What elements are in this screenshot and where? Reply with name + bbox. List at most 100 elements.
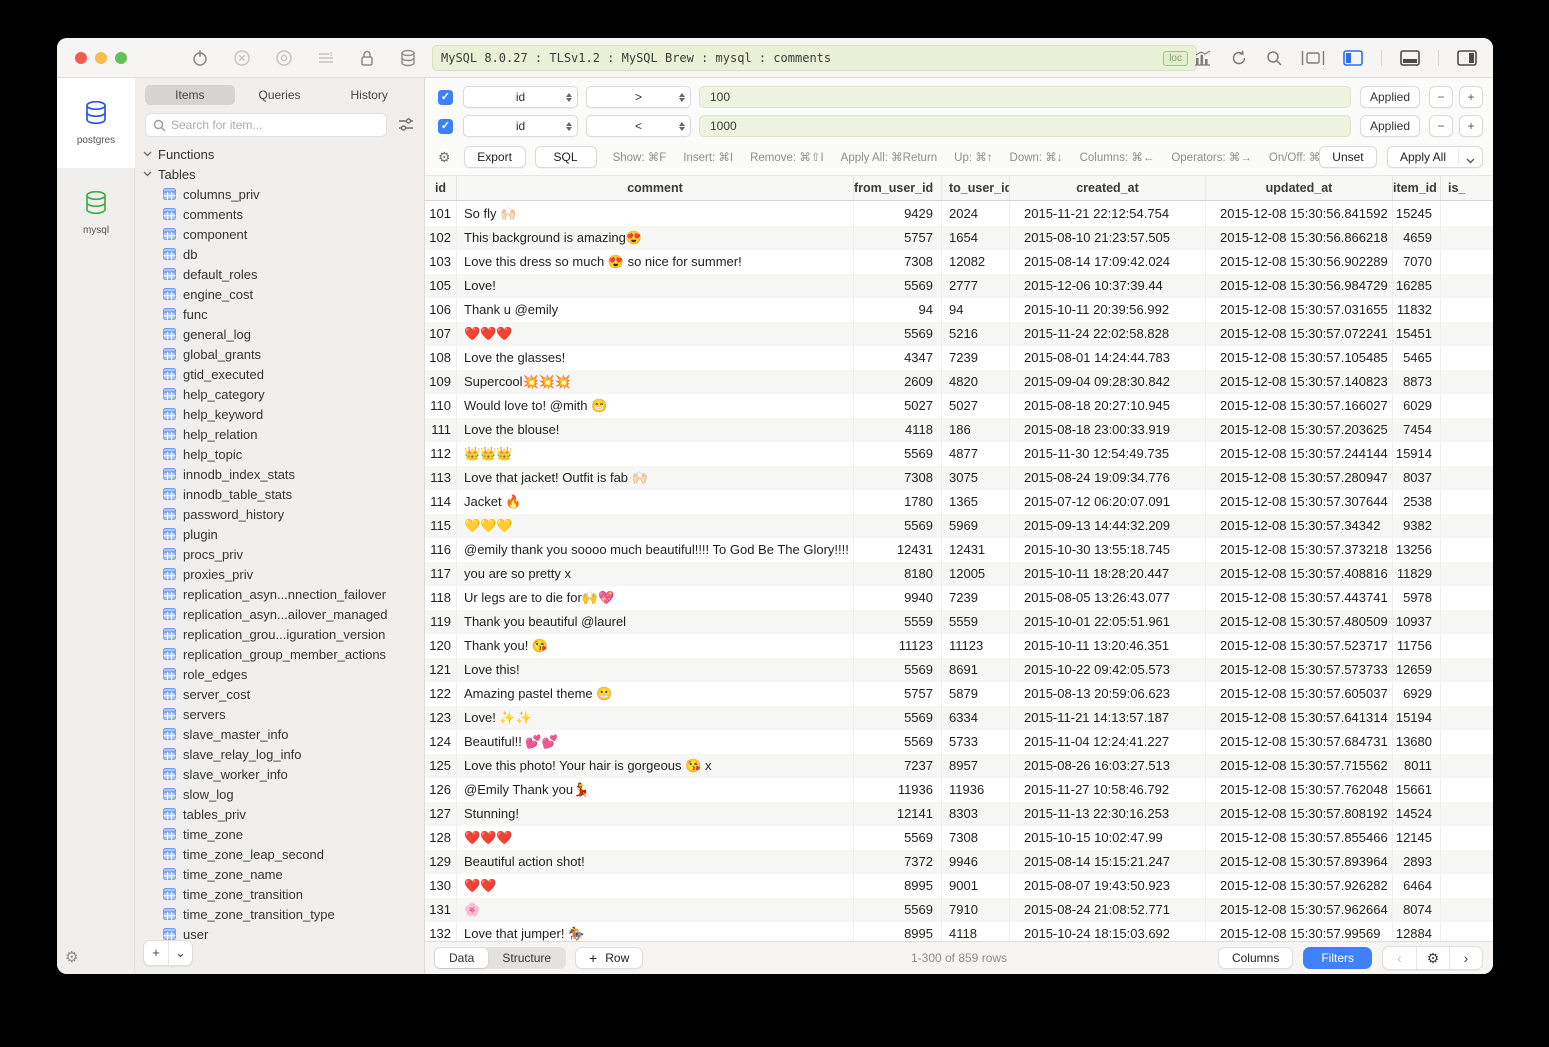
table-row[interactable]: 103Love this dress so much 😍 so nice for… [425, 250, 1493, 274]
table-row[interactable]: 102This background is amazing😍5757165420… [425, 226, 1493, 250]
filter-applied-button[interactable]: Applied [1360, 115, 1420, 137]
prev-page-button[interactable]: ‹ [1383, 947, 1416, 969]
toggle-right-panel-icon[interactable] [1457, 50, 1477, 66]
refresh-icon[interactable] [1230, 49, 1248, 67]
column-header-is[interactable]: is_ [1441, 176, 1493, 200]
table-row[interactable]: 131🌸556979102015-08-24 21:08:52.7712015-… [425, 898, 1493, 922]
filters-button[interactable]: Filters [1303, 947, 1372, 969]
table-row[interactable]: 124Beautiful!! 💕💕556957332015-11-04 12:2… [425, 730, 1493, 754]
filter-value-input[interactable] [699, 115, 1351, 137]
lock-icon[interactable] [359, 49, 375, 67]
sidebar-table-item[interactable]: role_edges [135, 664, 424, 684]
sidebar-table-item[interactable]: procs_priv [135, 544, 424, 564]
zoom-window-button[interactable] [115, 52, 127, 64]
column-header-item-id[interactable]: item_id [1393, 176, 1441, 200]
column-header-created-at[interactable]: created_at [1010, 176, 1206, 200]
sidebar-table-item[interactable]: time_zone [135, 824, 424, 844]
table-row[interactable]: 115💛💛💛556959692015-09-13 14:44:32.209201… [425, 514, 1493, 538]
table-row[interactable]: 123Love! ✨✨556963342015-11-21 14:13:57.1… [425, 706, 1493, 730]
sidebar-table-item[interactable]: global_grants [135, 344, 424, 364]
sidebar-table-item[interactable]: server_cost [135, 684, 424, 704]
table-row[interactable]: 132Love that jumper! 🏇899541182015-10-24… [425, 922, 1493, 941]
search-icon[interactable] [1266, 50, 1283, 67]
table-row[interactable]: 101So fly 🙌🏻942920242015-11-21 22:12:54.… [425, 202, 1493, 226]
filter-operator-select[interactable]: < [586, 115, 691, 137]
sidebar-table-item[interactable]: replication_group_member_actions [135, 644, 424, 664]
table-row[interactable]: 126@Emily Thank you💃11936119362015-11-27… [425, 778, 1493, 802]
column-header-to-user-id[interactable]: to_user_id [942, 176, 1010, 200]
table-row[interactable]: 128❤️❤️❤️556973082015-10-15 10:02:47.992… [425, 826, 1493, 850]
sidebar-table-item[interactable]: slave_master_info [135, 724, 424, 744]
table-row[interactable]: 107❤️❤️❤️556952162015-11-24 22:02:58.828… [425, 322, 1493, 346]
tree-group-functions[interactable]: Functions [135, 144, 424, 164]
sidebar-table-item[interactable]: engine_cost [135, 284, 424, 304]
table-row[interactable]: 122Amazing pastel theme 😬575758792015-08… [425, 682, 1493, 706]
sidebar-table-item[interactable]: proxies_priv [135, 564, 424, 584]
page-settings-gear-icon[interactable]: ⚙ [1416, 947, 1449, 969]
sidebar-table-item[interactable]: comments [135, 204, 424, 224]
sidebar-table-item[interactable]: help_relation [135, 424, 424, 444]
filter-enabled-checkbox[interactable]: ✓ [438, 90, 453, 105]
table-row[interactable]: 125Love this photo! Your hair is gorgeou… [425, 754, 1493, 778]
filter-value-input[interactable] [699, 86, 1351, 108]
table-row[interactable]: 119Thank you beautiful @laurel5559555920… [425, 610, 1493, 634]
sidebar-table-item[interactable]: db [135, 244, 424, 264]
tree-group-tables[interactable]: Tables [135, 164, 424, 184]
table-row[interactable]: 121Love this!556986912015-10-22 09:42:05… [425, 658, 1493, 682]
settings-gear-icon[interactable]: ⚙ [65, 948, 78, 966]
filter-column-select[interactable]: id [463, 86, 578, 108]
sidebar-table-item[interactable]: replication_asyn...nnection_failover [135, 584, 424, 604]
filter-column-select[interactable]: id [463, 115, 578, 137]
table-row[interactable]: 106Thank u @emily94942015-10-11 20:39:56… [425, 298, 1493, 322]
sidebar-table-item[interactable]: gtid_executed [135, 364, 424, 384]
sidebar-table-item[interactable]: tables_priv [135, 804, 424, 824]
table-row[interactable]: 108Love the glasses!434772392015-08-01 1… [425, 346, 1493, 370]
tab-history[interactable]: History [324, 85, 414, 105]
add-filter-button[interactable]: + [1459, 115, 1483, 137]
tab-queries[interactable]: Queries [235, 85, 325, 105]
close-window-button[interactable] [75, 52, 87, 64]
add-item-chevron-button[interactable]: ⌄ [168, 941, 192, 965]
table-row[interactable]: 127Stunning!1214183032015-11-13 22:30:16… [425, 802, 1493, 826]
table-row[interactable]: 118Ur legs are to die for🙌💖994072392015-… [425, 586, 1493, 610]
table-row[interactable]: 116@emily thank you soooo much beautiful… [425, 538, 1493, 562]
search-input[interactable] [171, 118, 379, 132]
column-header-id[interactable]: id [425, 176, 457, 200]
toggle-bottom-panel-icon[interactable] [1400, 50, 1420, 66]
sidebar-table-item[interactable]: time_zone_name [135, 864, 424, 884]
sidebar-table-item[interactable]: innodb_table_stats [135, 484, 424, 504]
connect-icon[interactable] [191, 49, 209, 67]
table-row[interactable]: 111Love the blouse!41181862015-08-18 23:… [425, 418, 1493, 442]
sidebar-table-item[interactable]: slave_relay_log_info [135, 744, 424, 764]
table-row[interactable]: 105Love!556927772015-12-06 10:37:39.4420… [425, 274, 1493, 298]
table-row[interactable]: 117you are so pretty x8180120052015-10-1… [425, 562, 1493, 586]
center-panel-icon[interactable] [1301, 50, 1325, 66]
sidebar-table-item[interactable]: slow_log [135, 784, 424, 804]
filter-settings-gear-icon[interactable]: ⚙ [438, 149, 451, 166]
sidebar-table-item[interactable]: help_keyword [135, 404, 424, 424]
remove-filter-button[interactable]: − [1429, 86, 1453, 108]
apply-all-button[interactable]: Apply All [1387, 146, 1483, 168]
connection-postgres[interactable]: postgres [57, 78, 135, 168]
table-row[interactable]: 114Jacket 🔥178013652015-07-12 06:20:07.0… [425, 490, 1493, 514]
table-row[interactable]: 109Supercool💥💥💥260948202015-09-04 09:28:… [425, 370, 1493, 394]
add-filter-button[interactable]: + [1459, 86, 1483, 108]
sidebar-table-item[interactable]: innodb_index_stats [135, 464, 424, 484]
sidebar-table-item[interactable]: columns_priv [135, 184, 424, 204]
connection-mysql[interactable]: mysql [57, 168, 135, 258]
sidebar-table-item[interactable]: time_zone_transition_type [135, 904, 424, 924]
sidebar-table-item[interactable]: default_roles [135, 264, 424, 284]
sidebar-table-item[interactable]: time_zone_leap_second [135, 844, 424, 864]
database-icon[interactable] [399, 49, 417, 67]
filter-operator-select[interactable]: > [586, 86, 691, 108]
column-header-comment[interactable]: comment [457, 176, 854, 200]
sidebar-table-item[interactable]: func [135, 304, 424, 324]
export-button[interactable]: Export [464, 146, 526, 168]
sidebar-table-item[interactable]: time_zone_transition [135, 884, 424, 904]
sidebar-table-item[interactable]: component [135, 224, 424, 244]
table-row[interactable]: 130❤️❤️899590012015-08-07 19:43:50.92320… [425, 874, 1493, 898]
next-page-button[interactable]: › [1449, 947, 1482, 969]
column-header-from-user-id[interactable]: from_user_id [854, 176, 942, 200]
sidebar-table-item[interactable]: replication_grou...iguration_version [135, 624, 424, 644]
filter-applied-button[interactable]: Applied [1360, 86, 1420, 108]
